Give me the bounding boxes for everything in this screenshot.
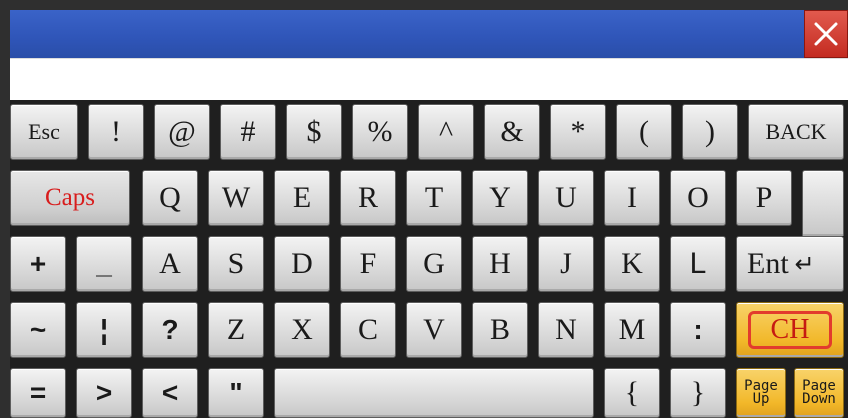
key-exclamation[interactable]: ! <box>88 104 144 160</box>
key-backspace[interactable]: BACK <box>748 104 844 160</box>
key-ampersand[interactable]: & <box>484 104 540 160</box>
key-p[interactable]: P <box>736 170 792 226</box>
key-dollar[interactable]: $ <box>286 104 342 160</box>
key-enter-top[interactable] <box>802 170 844 236</box>
key-equals[interactable]: = <box>10 368 66 418</box>
key-e[interactable]: E <box>274 170 330 226</box>
key-page-up[interactable]: Page Up <box>736 368 786 418</box>
key-less-than[interactable]: < <box>142 368 198 418</box>
key-left-brace[interactable]: { <box>604 368 660 418</box>
key-greater-than[interactable]: > <box>76 368 132 418</box>
key-a[interactable]: A <box>142 236 198 292</box>
key-ch-language[interactable]: CH <box>736 302 844 358</box>
key-x[interactable]: X <box>274 302 330 358</box>
key-z[interactable]: Z <box>208 302 264 358</box>
key-u[interactable]: U <box>538 170 594 226</box>
key-s[interactable]: S <box>208 236 264 292</box>
ch-label: CH <box>747 311 833 349</box>
key-enter-label: Ent <box>747 247 789 280</box>
key-percent[interactable]: % <box>352 104 408 160</box>
key-right-paren[interactable]: ) <box>682 104 738 160</box>
key-n[interactable]: N <box>538 302 594 358</box>
key-double-quote[interactable]: " <box>208 368 264 418</box>
key-q[interactable]: Q <box>142 170 198 226</box>
key-b[interactable]: B <box>472 302 528 358</box>
key-j[interactable]: J <box>538 236 594 292</box>
key-k[interactable]: K <box>604 236 660 292</box>
key-y[interactable]: Y <box>472 170 528 226</box>
key-right-brace[interactable]: } <box>670 368 726 418</box>
close-button[interactable] <box>804 10 848 58</box>
key-tilde[interactable]: ~ <box>10 302 66 358</box>
key-underscore[interactable]: _ <box>76 236 132 292</box>
key-broken-bar[interactable]: ¦ <box>76 302 132 358</box>
key-caps[interactable]: Caps <box>10 170 130 226</box>
key-enter[interactable]: Ent ↵ <box>736 236 844 292</box>
onscreen-keyboard: Esc ! @ # $ % ^ & * ( ) BACK Caps Q W E … <box>10 100 848 418</box>
key-r[interactable]: R <box>340 170 396 226</box>
key-d[interactable]: D <box>274 236 330 292</box>
key-v[interactable]: V <box>406 302 462 358</box>
key-space[interactable] <box>274 368 594 418</box>
key-c[interactable]: C <box>340 302 396 358</box>
key-hash[interactable]: # <box>220 104 276 160</box>
key-caret[interactable]: ^ <box>418 104 474 160</box>
close-icon <box>814 22 838 46</box>
key-l[interactable]: L <box>670 236 726 292</box>
text-input[interactable] <box>10 58 848 101</box>
key-colon[interactable]: : <box>670 302 726 358</box>
key-i[interactable]: I <box>604 170 660 226</box>
key-g[interactable]: G <box>406 236 462 292</box>
key-plus[interactable]: + <box>10 236 66 292</box>
title-bar <box>10 10 848 58</box>
key-esc[interactable]: Esc <box>10 104 78 160</box>
enter-arrow-icon: ↵ <box>794 250 815 278</box>
key-t[interactable]: T <box>406 170 462 226</box>
key-o[interactable]: O <box>670 170 726 226</box>
keyboard-window: Esc ! @ # $ % ^ & * ( ) BACK Caps Q W E … <box>0 0 848 418</box>
key-f[interactable]: F <box>340 236 396 292</box>
key-w[interactable]: W <box>208 170 264 226</box>
key-question[interactable]: ? <box>142 302 198 358</box>
key-page-down[interactable]: Page Down <box>794 368 844 418</box>
key-left-paren[interactable]: ( <box>616 104 672 160</box>
key-m[interactable]: M <box>604 302 660 358</box>
key-h[interactable]: H <box>472 236 528 292</box>
key-asterisk[interactable]: * <box>550 104 606 160</box>
key-at[interactable]: @ <box>154 104 210 160</box>
